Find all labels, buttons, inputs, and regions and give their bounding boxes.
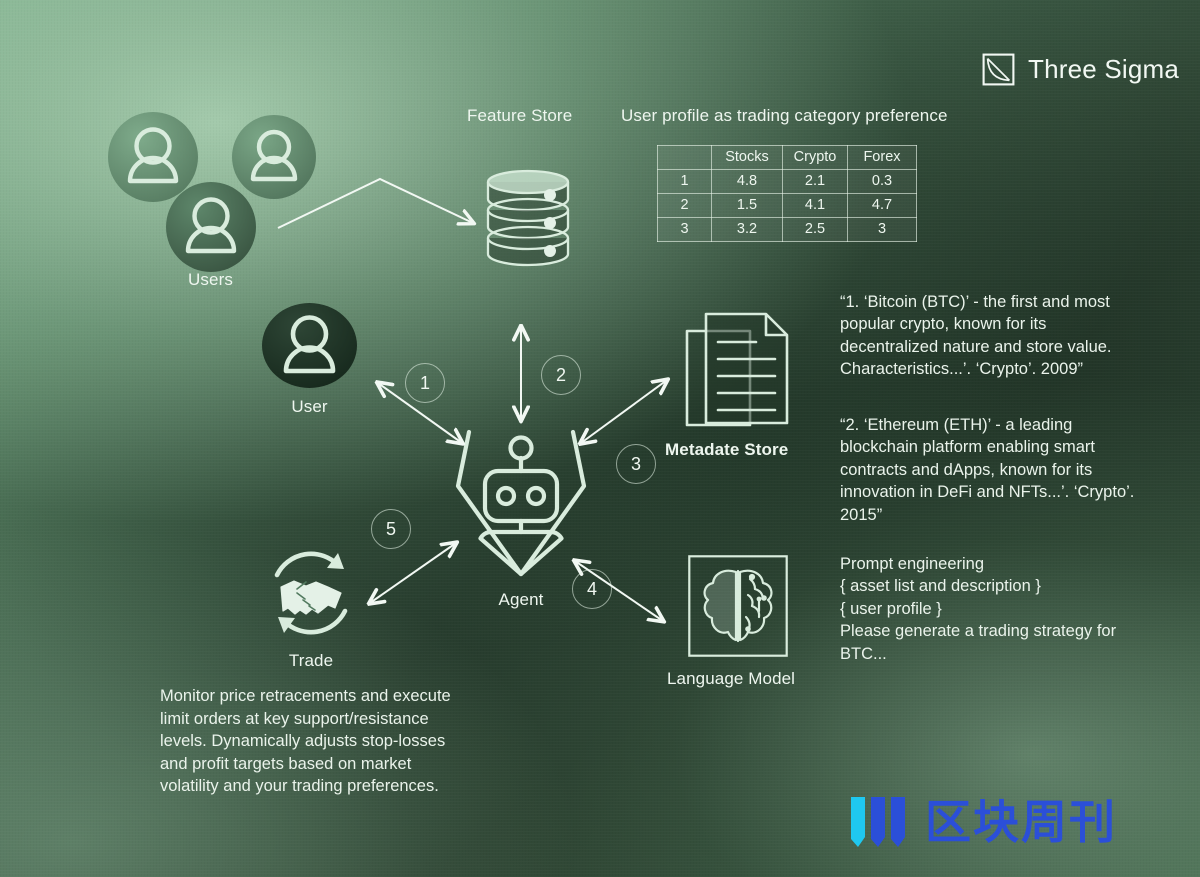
metadate-store-node[interactable]: Metadate Store: [665, 310, 792, 460]
language-model-node[interactable]: Language Model: [667, 555, 795, 689]
prompt-line: BTC...: [840, 644, 887, 663]
watermark-text: 区块周刊: [925, 795, 1117, 849]
ethereum-description: “2. ‘Ethereum (ETH)’ - a leading blockch…: [840, 416, 1135, 524]
trade-node[interactable]: Trade: [259, 543, 363, 671]
handshake-refresh-icon: [274, 551, 348, 635]
prompt-line: { asset list and description }: [840, 577, 1041, 596]
brain-circuit-icon: [688, 555, 788, 657]
documents-icon: [685, 312, 789, 427]
arrow-5: [370, 543, 456, 603]
edge-number-2: 2: [541, 355, 581, 395]
edge-number-5: 5: [371, 509, 411, 549]
language-model-label: Language Model: [667, 669, 796, 688]
trade-label: Trade: [288, 651, 334, 670]
strategy-description: Monitor price retracements and execute l…: [160, 687, 451, 796]
edge-number-4: 4: [572, 569, 612, 609]
diagram-canvas: Three Sigma Users Feature Store User pro…: [0, 0, 1200, 877]
edge-number-1: 1: [405, 363, 445, 403]
watermark: 区块周刊: [849, 793, 1117, 851]
prompt-line: Prompt engineering: [840, 555, 985, 573]
bitcoin-description: “1. ‘Bitcoin (BTC)’ - the first and most…: [840, 293, 1112, 379]
arrow-3: [581, 380, 667, 443]
three-bars-icon: [849, 793, 911, 851]
prompt-line: { user profile }: [840, 599, 942, 618]
metadate-store-label: Metadate Store: [665, 440, 789, 459]
prompt-engineering-block: Prompt engineering { asset list and desc…: [840, 553, 1140, 665]
prompt-line: Please generate a trading strategy for: [840, 622, 1117, 641]
edge-number-3: 3: [616, 444, 656, 484]
